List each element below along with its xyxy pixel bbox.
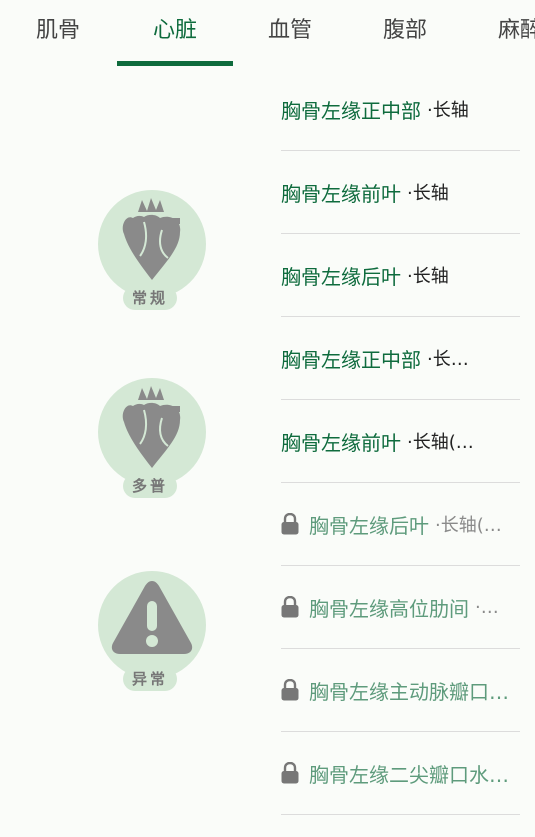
item-subtitle: ·… <box>475 596 499 618</box>
active-tab-indicator <box>117 61 233 66</box>
list-item[interactable]: 胸骨左缘后叶 ·长轴 <box>281 234 520 317</box>
list-item[interactable]: 胸骨左缘前叶 ·长轴 <box>281 151 520 234</box>
item-title: 胸骨左缘前叶 <box>281 181 401 206</box>
list-item[interactable]: 胸骨左缘前叶 ·长轴(… <box>281 400 520 483</box>
item-title: 胸骨左缘正中部 <box>281 347 421 372</box>
list-item-locked[interactable]: 胸骨左缘二尖瓣口水… <box>281 732 520 815</box>
tab-abdomen[interactable]: 腹部 <box>347 16 463 46</box>
list-item-locked[interactable]: 胸骨左缘主动脉瓣口… <box>281 649 520 732</box>
list-item[interactable]: 胸骨左缘正中部 ·长轴 <box>281 68 520 151</box>
item-title: 胸骨左缘后叶 <box>281 264 401 289</box>
lock-icon <box>281 596 299 618</box>
item-title: 胸骨左缘后叶 <box>309 513 429 538</box>
item-subtitle: ·长轴 <box>427 100 469 121</box>
tab-musculoskeletal[interactable]: 肌骨 <box>0 16 116 46</box>
item-subtitle: ·长轴(… <box>435 515 502 536</box>
item-title: 胸骨左缘前叶 <box>281 430 401 455</box>
list-item-locked[interactable]: 胸骨左缘高位肋间 ·… <box>281 566 520 649</box>
category-label: 异常 <box>123 667 177 691</box>
tab-anesthesia[interactable]: 麻醉 <box>462 16 535 46</box>
list-item[interactable]: 胸骨左缘正中部 ·长… <box>281 317 520 400</box>
item-title: 胸骨左缘高位肋间 <box>309 596 469 621</box>
item-title: 胸骨左缘正中部 <box>281 98 421 123</box>
category-routine[interactable]: 常规 <box>98 190 208 315</box>
item-title: 胸骨左缘主动脉瓣口… <box>309 679 509 704</box>
item-subtitle: ·长… <box>427 349 469 370</box>
heart-icon <box>122 198 181 280</box>
tab-vascular[interactable]: 血管 <box>232 16 348 46</box>
item-title: 胸骨左缘二尖瓣口水… <box>309 762 509 787</box>
heart-icon <box>122 386 181 468</box>
lock-icon <box>281 513 299 535</box>
category-doppler[interactable]: 多普 <box>98 378 208 503</box>
category-label: 多普 <box>123 474 177 498</box>
item-subtitle: ·长轴 <box>407 266 449 287</box>
category-label: 常规 <box>123 286 177 310</box>
item-subtitle: ·长轴(… <box>407 432 474 453</box>
tab-bar: 肌骨 心脏 血管 腹部 麻醉 <box>0 0 535 68</box>
list-item-locked[interactable]: 胸骨左缘后叶 ·长轴(… <box>281 483 520 566</box>
tab-cardiac[interactable]: 心脏 <box>117 16 233 46</box>
category-abnormal[interactable]: 异常 <box>98 571 208 696</box>
lock-icon <box>281 679 299 701</box>
item-subtitle: ·长轴 <box>407 183 449 204</box>
warning-icon <box>111 581 193 654</box>
view-list: 胸骨左缘正中部 ·长轴 胸骨左缘前叶 ·长轴 胸骨左缘后叶 ·长轴 胸骨左缘正中… <box>281 68 520 815</box>
lock-icon <box>281 762 299 784</box>
